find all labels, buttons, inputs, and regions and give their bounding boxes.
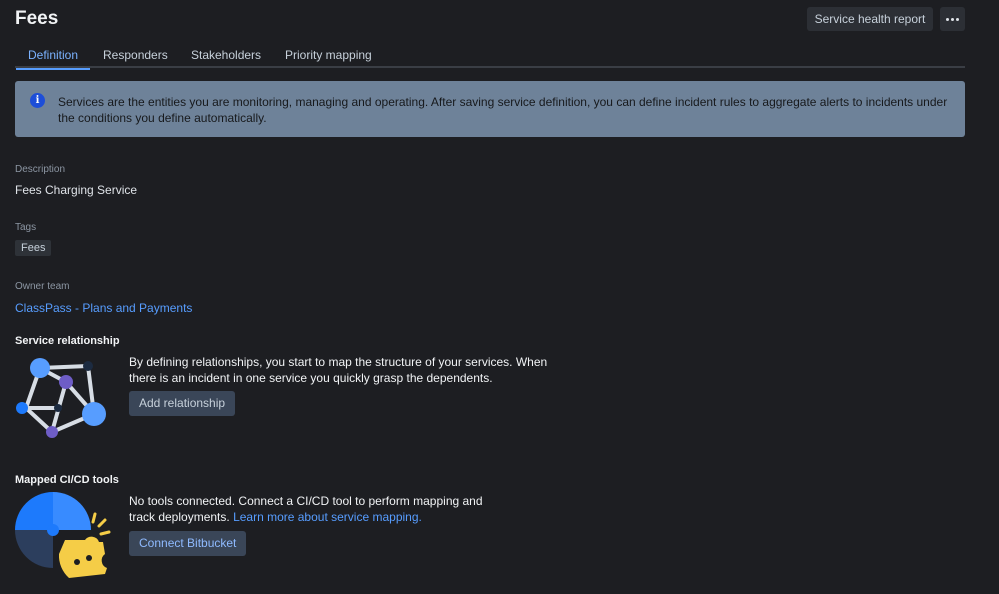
info-banner: i Services are the entities you are moni…: [15, 81, 965, 137]
owner-team-link[interactable]: ClassPass - Plans and Payments: [15, 301, 192, 315]
service-relationship-text: By defining relationships, you start to …: [129, 355, 548, 385]
tab-stakeholders[interactable]: Stakeholders: [191, 48, 261, 68]
cicd-tools-text: No tools connected. Connect a CI/CD tool…: [129, 493, 509, 525]
tab-priority-mapping[interactable]: Priority mapping: [285, 48, 372, 68]
info-icon: i: [30, 93, 45, 108]
tab-bar: Definition Responders Stakeholders Prior…: [15, 48, 965, 70]
puzzle-illustration: [15, 492, 111, 578]
service-graph-illustration: [16, 358, 106, 438]
tag-chip[interactable]: Fees: [15, 240, 52, 256]
add-relationship-button[interactable]: Add relationship: [129, 391, 236, 416]
tab-definition[interactable]: Definition: [15, 48, 91, 70]
service-relationship-title: Service relationship: [15, 335, 120, 347]
connect-bitbucket-button[interactable]: Connect Bitbucket: [129, 531, 247, 556]
service-health-report-button[interactable]: Service health report: [807, 7, 933, 31]
more-actions-button[interactable]: [940, 7, 965, 31]
tab-responders[interactable]: Responders: [103, 48, 168, 68]
info-banner-text: Services are the entities you are monito…: [58, 95, 948, 125]
owner-team-label: Owner team: [15, 281, 70, 292]
learn-more-service-mapping-link[interactable]: Learn more about service mapping.: [233, 510, 422, 524]
page-title: Fees: [15, 8, 59, 29]
description-label: Description: [15, 164, 66, 175]
tags-label: Tags: [15, 222, 37, 233]
description-value: Fees Charging Service: [15, 183, 138, 197]
cicd-tools-title: Mapped CI/CD tools: [15, 474, 119, 486]
